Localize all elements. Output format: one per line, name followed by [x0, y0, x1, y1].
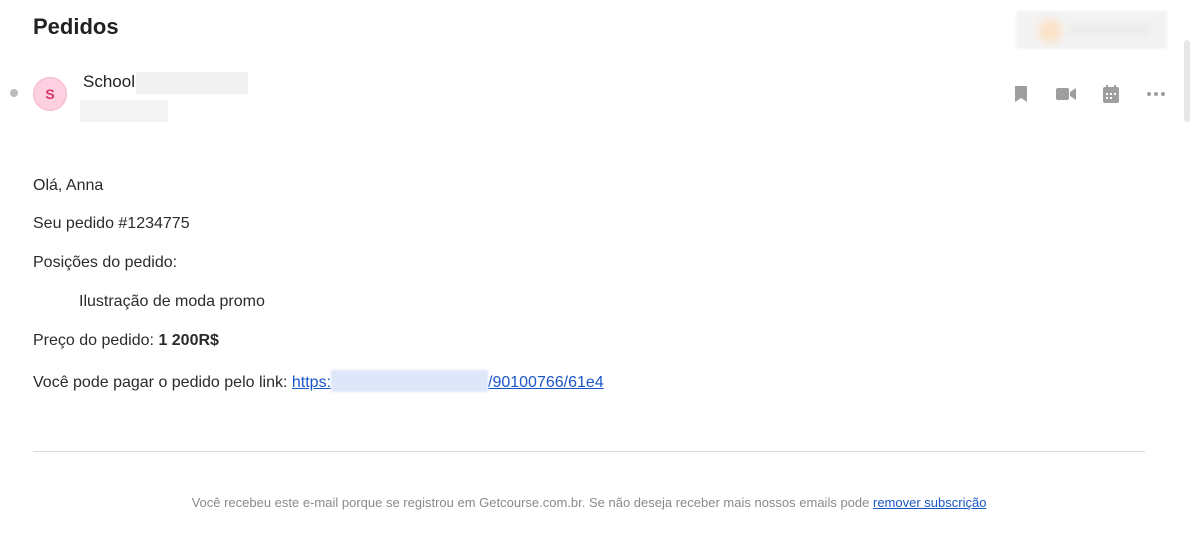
bookmark-button[interactable] [998, 83, 1043, 105]
footer-text: Você recebeu este e-mail porque se regis… [191, 495, 870, 510]
payment-label: Você pode pagar o pedido pelo link: [33, 374, 288, 391]
scrollbar[interactable] [1184, 40, 1190, 122]
calendar-button[interactable] [1088, 83, 1133, 105]
calendar-icon [1102, 85, 1119, 103]
bookmark-icon [1014, 86, 1027, 102]
unread-dot-icon [10, 89, 18, 97]
unsubscribe-link[interactable]: remover subscrição [873, 495, 986, 510]
price-label: Preço do pedido: [33, 332, 154, 349]
divider [33, 451, 1145, 452]
payment-link-end: /90100766/61e4 [488, 374, 604, 391]
footer: Você recebeu este e-mail porque se regis… [0, 495, 1178, 510]
payment-link-start: https: [291, 374, 332, 391]
email-view: Pedidos S School Olá, Anna Seu pedido #1… [0, 0, 1200, 551]
redacted-sender-name [136, 72, 248, 94]
page-title: Pedidos [33, 14, 119, 39]
payment-line: Você pode pagar o pedido pelo link: http… [33, 370, 604, 392]
redacted-link-segment [331, 370, 489, 392]
positions-label: Posições do pedido: [33, 254, 178, 271]
message-actions [998, 83, 1178, 105]
payment-link[interactable]: https: /90100766/61e4 [291, 370, 604, 392]
more-options-button[interactable] [1133, 83, 1178, 105]
video-call-button[interactable] [1043, 83, 1088, 105]
redacted-sender-address [80, 100, 168, 122]
price-value: 1 200R$ [158, 332, 219, 349]
sender-name[interactable]: School [83, 72, 135, 92]
video-icon [1055, 88, 1076, 100]
more-icon [1146, 92, 1165, 96]
redacted-account-area [1016, 11, 1167, 49]
greeting: Olá, Anna [33, 177, 104, 194]
order-price: Preço do pedido: 1 200R$ [33, 332, 219, 350]
order-number: Seu pedido #1234775 [33, 215, 190, 232]
order-item: Ilustração de moda promo [79, 293, 265, 310]
sender-avatar[interactable]: S [33, 77, 67, 111]
